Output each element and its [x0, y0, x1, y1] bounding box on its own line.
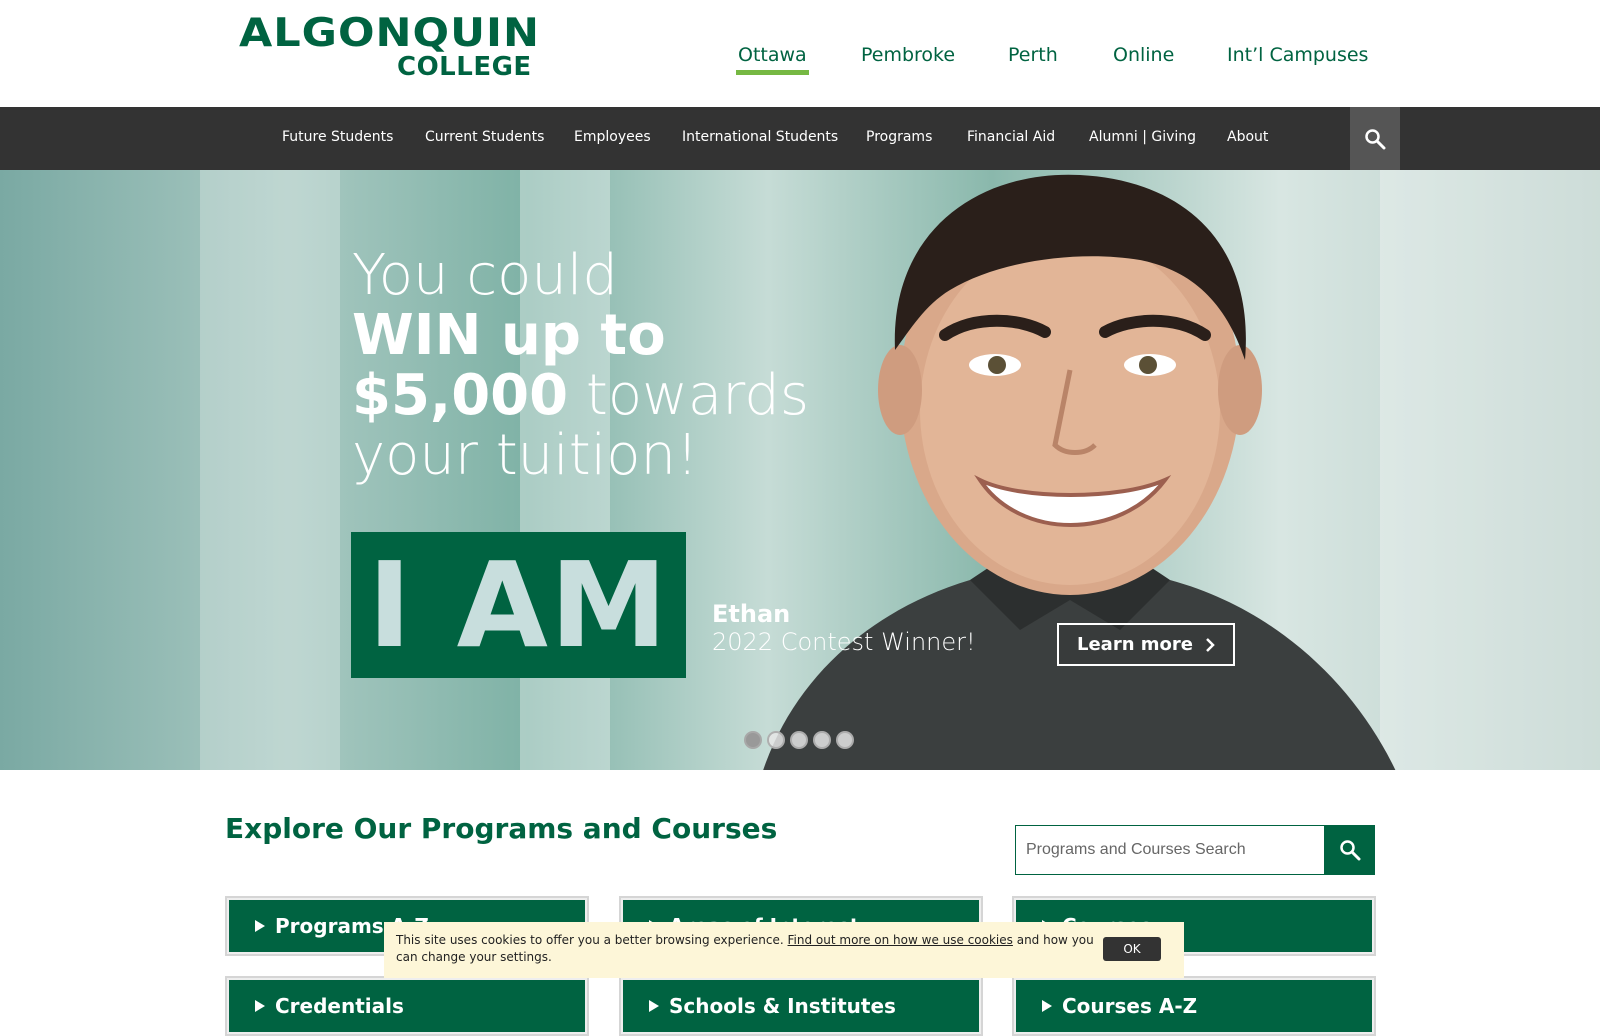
nav-item-employees[interactable]: Employees: [574, 129, 651, 145]
main-nav: Future Students Current Students Employe…: [0, 107, 1600, 170]
hero-line-3: $5,000 towards: [352, 366, 809, 426]
nav-item-about[interactable]: About: [1227, 129, 1268, 145]
nav-item-international-students[interactable]: International Students: [682, 129, 838, 145]
hero-line-1: You could: [352, 243, 618, 308]
nav-item-current-students[interactable]: Current Students: [425, 129, 544, 145]
campus-link-intl[interactable]: Int’l Campuses: [1227, 44, 1368, 70]
programs-search-input[interactable]: [1015, 825, 1325, 875]
carousel-dot[interactable]: [813, 731, 831, 749]
card-label: Schools & Institutes: [669, 994, 896, 1018]
search-icon: [1340, 840, 1361, 861]
nav-item-programs[interactable]: Programs: [866, 129, 932, 145]
cookie-ok-button[interactable]: OK: [1103, 937, 1161, 961]
carousel-dot[interactable]: [790, 731, 808, 749]
triangle-right-icon: [1042, 1000, 1052, 1012]
campus-nav: Ottawa Pembroke Perth Online Int’l Campu…: [0, 44, 1600, 84]
nav-item-financial-aid[interactable]: Financial Aid: [967, 129, 1055, 145]
chevron-right-icon: [1206, 637, 1215, 652]
learn-more-button[interactable]: Learn more: [1057, 623, 1235, 666]
hero-banner: You could WIN up to $5,000 towards your …: [0, 170, 1600, 770]
learn-more-label: Learn more: [1077, 634, 1193, 655]
triangle-right-icon: [649, 1000, 659, 1012]
card-courses-a-z[interactable]: Courses A-Z: [1012, 976, 1376, 1036]
i-am-badge: I AM: [351, 532, 686, 678]
cookie-policy-link[interactable]: Find out more on how we use cookies: [788, 933, 1013, 947]
card-credentials[interactable]: Credentials: [225, 976, 589, 1036]
i-am-text: I AM: [367, 536, 670, 674]
cookie-banner: This site uses cookies to offer you a be…: [384, 922, 1184, 978]
site-header: ALGONQUIN COLLEGE Ottawa Pembroke Perth …: [0, 0, 1600, 107]
card-schools-institutes[interactable]: Schools & Institutes: [619, 976, 983, 1036]
card-label: Credentials: [275, 994, 404, 1018]
carousel-dots: [744, 731, 854, 749]
search-icon: [1365, 128, 1386, 149]
triangle-right-icon: [255, 1000, 265, 1012]
winner-name: Ethan: [712, 600, 791, 628]
carousel-dot[interactable]: [836, 731, 854, 749]
hero-prize-amount: $5,000: [352, 363, 569, 428]
winner-subtitle: 2022 Contest Winner!: [712, 628, 976, 656]
hero-student-photo: [763, 174, 1396, 770]
card-courses-a-z-inner: Courses A-Z: [1016, 980, 1372, 1032]
campus-link-pembroke[interactable]: Pembroke: [861, 44, 955, 70]
programs-search-button[interactable]: [1325, 825, 1375, 875]
hero-bg-blur: [200, 170, 340, 770]
card-label: Courses A-Z: [1062, 994, 1198, 1018]
nav-item-future-students[interactable]: Future Students: [282, 129, 393, 145]
hero-line-2: WIN up to: [352, 303, 666, 368]
carousel-dot[interactable]: [744, 731, 762, 749]
campus-link-ottawa[interactable]: Ottawa: [736, 44, 809, 75]
hero-line-3-rest: towards: [568, 363, 810, 428]
campus-link-online[interactable]: Online: [1113, 44, 1174, 70]
nav-search-button[interactable]: [1350, 107, 1400, 170]
hero-headline: You could WIN up to $5,000 towards your …: [352, 246, 809, 486]
cookie-text-before: This site uses cookies to offer you a be…: [396, 933, 788, 947]
programs-section-title: Explore Our Programs and Courses: [225, 812, 778, 845]
programs-search: [1015, 825, 1375, 875]
cookie-message: This site uses cookies to offer you a be…: [396, 932, 1096, 966]
card-credentials-inner: Credentials: [229, 980, 585, 1032]
hero-line-4: your tuition!: [352, 423, 699, 488]
triangle-right-icon: [255, 920, 265, 932]
nav-item-alumni-giving[interactable]: Alumni | Giving: [1089, 129, 1196, 145]
carousel-dot[interactable]: [767, 731, 785, 749]
card-schools-institutes-inner: Schools & Institutes: [623, 980, 979, 1032]
campus-link-perth[interactable]: Perth: [1008, 44, 1058, 70]
